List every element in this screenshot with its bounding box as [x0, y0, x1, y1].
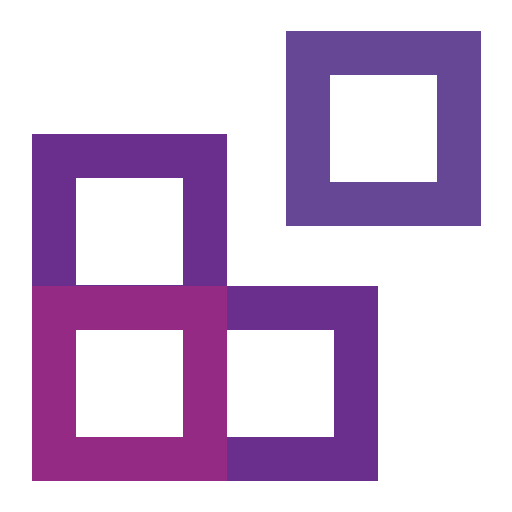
bottom-left-tile [32, 286, 227, 481]
top-right-tile [286, 31, 481, 226]
apps-add-icon [0, 0, 512, 512]
